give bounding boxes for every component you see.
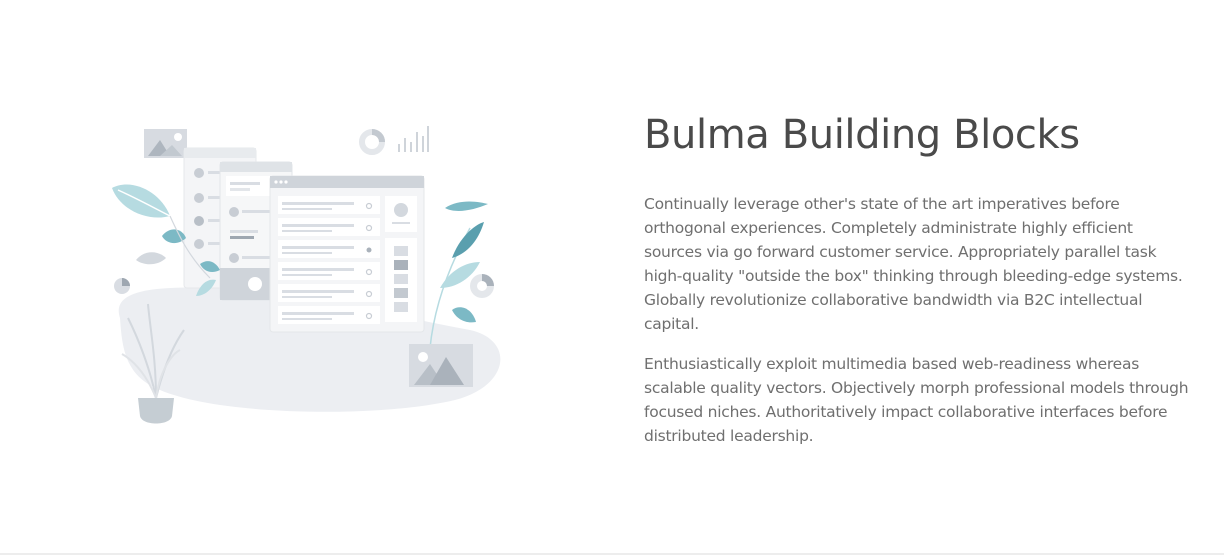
section-title: Bulma Building Blocks: [644, 112, 1080, 158]
building-blocks-section: Bulma Building Blocks Continually levera…: [0, 0, 1224, 555]
image-icon-top: [144, 129, 187, 158]
image-icon-bottom: [409, 344, 473, 387]
paragraph-2: Enthusiastically exploit multimedia base…: [644, 355, 1189, 445]
bar-chart-icon: [398, 126, 429, 152]
content-column: Bulma Building Blocks Continually levera…: [644, 108, 1189, 464]
dashboard-illustration: [100, 118, 510, 438]
donut-chart-icon: [359, 129, 385, 155]
main-dashboard-card: [269, 175, 425, 333]
small-pie-icon: [114, 278, 130, 294]
paragraph-1: Continually leverage other's state of th…: [644, 195, 1183, 333]
